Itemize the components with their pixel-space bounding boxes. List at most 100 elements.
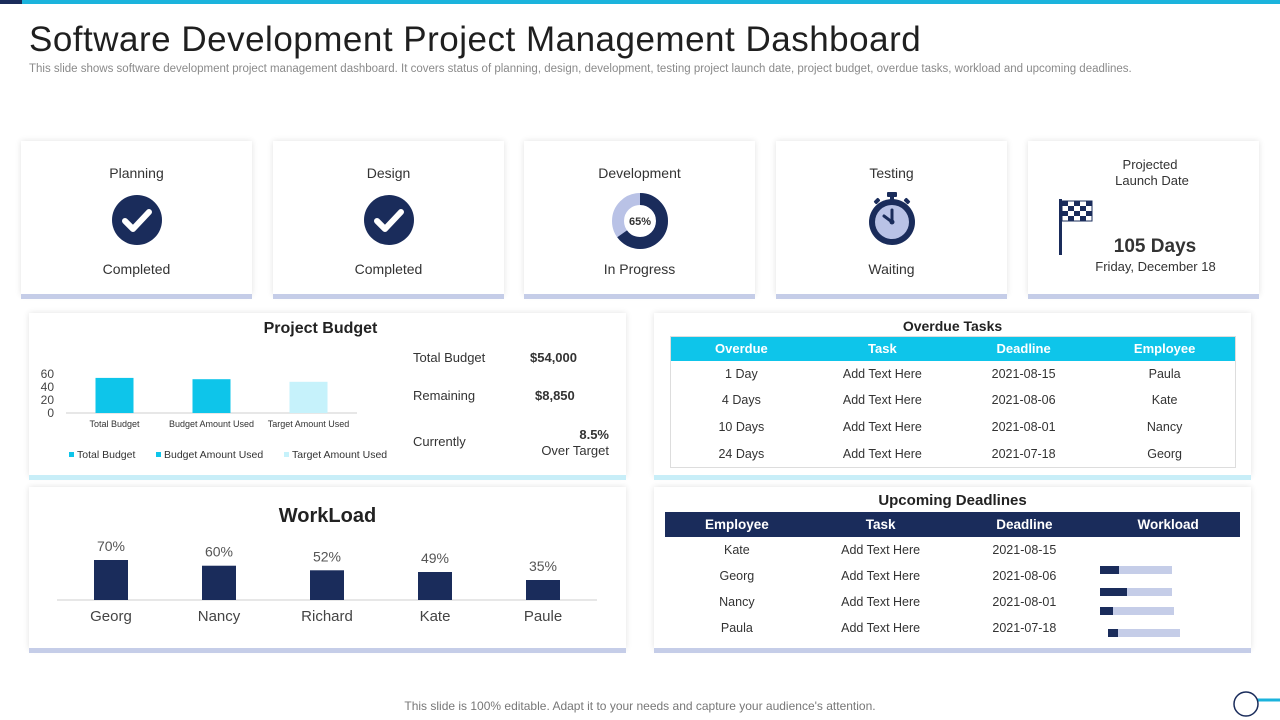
overdue-title: Overdue Tasks <box>902 318 1003 334</box>
upcoming-deadlines-panel: Upcoming Deadlines Employee Task Deadlin… <box>654 487 1251 653</box>
table-cell: Paula <box>720 621 753 635</box>
y-tick-label: 60 <box>41 367 55 381</box>
card-accent <box>21 294 252 299</box>
legend-swatch <box>284 452 289 457</box>
bar <box>202 565 236 600</box>
workload-bar <box>1108 629 1180 637</box>
data-label: 60% <box>205 544 233 560</box>
launch-date: Friday, December 18 <box>1095 259 1216 274</box>
legend-swatch <box>156 452 161 457</box>
launch-title-line2: Launch Date <box>1115 173 1189 188</box>
bar <box>526 580 560 600</box>
table-cell: 10 Days <box>718 420 765 434</box>
table-cell: Nancy <box>1146 420 1183 434</box>
currently-value: 8.5% <box>579 427 609 442</box>
design-card: Design Completed <box>273 141 504 299</box>
remaining-value: $8,850 <box>535 388 575 403</box>
table-cell: Kate <box>1151 393 1178 407</box>
table-row: Paula Add Text Here 2021-07-18 <box>665 615 1240 641</box>
currently-note: Over Target <box>541 443 609 458</box>
workload-bar-fill <box>1100 588 1127 596</box>
x-tick-label: Georg <box>90 608 132 625</box>
overdue-tasks-panel: Overdue Tasks Overdue Task Deadline Empl… <box>654 313 1251 480</box>
bar <box>289 381 328 413</box>
footer-note: This slide is 100% editable. Adapt it to… <box>404 699 876 713</box>
workload-bar-fill <box>1108 629 1119 637</box>
card-status: Completed <box>354 261 423 277</box>
table-cell: 2021-07-18 <box>992 621 1057 635</box>
panel-accent <box>654 648 1251 653</box>
card-status: In Progress <box>603 261 676 277</box>
table-cell: 4 Days <box>721 393 761 407</box>
workload-bar-fill <box>1100 607 1113 615</box>
table-cell: Kate <box>724 543 750 557</box>
data-label: 70% <box>97 538 125 554</box>
table-cell: 2021-08-15 <box>991 366 1056 381</box>
x-tick-label: Kate <box>420 608 451 625</box>
table-row: 4 Days Add Text Here 2021-08-06 Kate <box>671 387 1236 414</box>
project-budget-panel: Project Budget 0 20 40 60 Total Budget Budget… <box>29 313 626 480</box>
table-cell: Add Text Here <box>841 543 921 557</box>
column-header: Task <box>865 517 896 532</box>
column-header: Task <box>868 341 897 357</box>
x-tick-label: Budget Amount Used <box>169 419 254 429</box>
card-title: Testing <box>869 165 914 181</box>
table-cell: 2021-08-01 <box>991 420 1056 434</box>
table-header-row: Overdue Task Deadline Employee <box>670 336 1236 361</box>
progress-label: 65% <box>628 216 650 228</box>
legend-label: Total Budget <box>77 449 135 461</box>
table-header-row: Employee Task Deadline Workload <box>665 512 1240 537</box>
table-row: 1 Day Add Text Here 2021-08-15 Paula <box>671 361 1236 387</box>
panel-accent <box>29 475 626 480</box>
table-cell: Add Text Here <box>841 621 921 635</box>
card-title: Development <box>598 165 681 181</box>
bar <box>418 572 452 600</box>
table-cell: Paula <box>1148 366 1181 381</box>
page-title: Software Development Project Management … <box>29 20 922 59</box>
data-label: 52% <box>313 548 341 564</box>
x-tick-label: Target Amount Used <box>268 419 350 429</box>
table-cell: 2021-07-18 <box>991 446 1056 461</box>
table-cell: Georg <box>719 569 755 583</box>
workload-cell <box>1096 537 1240 563</box>
y-tick-label: 0 <box>47 406 54 420</box>
column-header: Workload <box>1137 517 1199 532</box>
remaining-label: Remaining <box>413 388 476 403</box>
card-status: Completed <box>102 261 171 277</box>
data-label: 35% <box>529 558 557 574</box>
x-tick-label: Paule <box>524 608 562 625</box>
column-header: Overdue <box>715 341 768 357</box>
bar <box>95 377 134 413</box>
table-cell: Add Text Here <box>842 393 922 407</box>
planning-card: Planning Completed <box>21 141 252 299</box>
launch-days: 105 Days <box>1113 236 1197 257</box>
top-accent-corner <box>0 0 22 4</box>
overdue-table: Overdue Task Deadline Employee 1 Day Add… <box>670 336 1236 468</box>
workload-chart: 70% Georg 60% Nancy 52% Richard 49% Kate 35% Paul… <box>57 538 597 625</box>
x-tick-label: Nancy <box>198 608 241 625</box>
table-cell: Add Text Here <box>842 446 922 461</box>
column-header: Deadline <box>996 517 1053 532</box>
panel-accent <box>654 475 1251 480</box>
card-accent <box>1028 294 1259 299</box>
table-cell: 1 Day <box>725 366 758 381</box>
card-title: Design <box>366 165 411 181</box>
table-cell: 2021-08-01 <box>992 595 1057 609</box>
table-cell: 2021-08-06 <box>992 569 1057 583</box>
legend-label: Budget Amount Used <box>164 449 263 461</box>
upcoming-table: Employee Task Deadline Workload Kate Add… <box>665 512 1240 641</box>
launch-title-line1: Projected <box>1122 157 1178 172</box>
budget-chart: 0204060 Total Budget Budget Amount Used Tar… <box>41 367 388 461</box>
column-header: Employee <box>1133 341 1196 357</box>
total-budget-label: Total Budget <box>413 350 486 365</box>
donut-progress-icon: 65% <box>611 193 668 249</box>
y-tick-label: 20 <box>41 393 55 407</box>
development-card: Development 65% In Progress <box>524 141 755 299</box>
launch-date-card: Projected Launch Date 105 Days Friday, D… <box>1028 141 1259 299</box>
legend-swatch <box>69 452 74 457</box>
bar <box>94 560 128 600</box>
table-row: Kate Add Text Here 2021-08-15 <box>665 537 1240 563</box>
table-cell: Add Text Here <box>842 366 922 381</box>
table-cell: 24 Days <box>718 446 765 461</box>
workload-bar <box>1100 588 1172 596</box>
